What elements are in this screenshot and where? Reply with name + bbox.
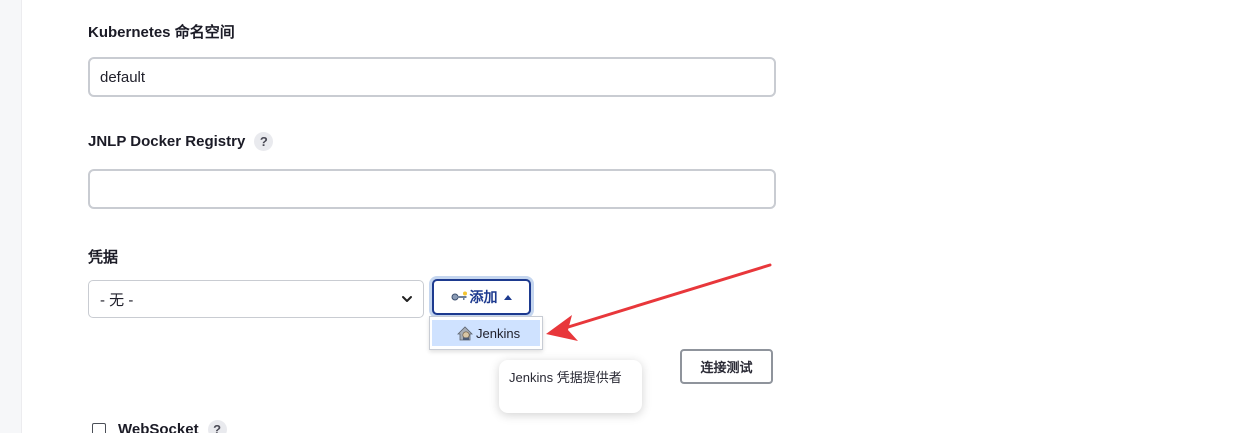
test-connection-label: 连接测试 (700, 360, 753, 375)
credentials-label: 凭据 (88, 246, 118, 267)
jenkins-provider-tooltip: Jenkins 凭据提供者 (499, 360, 642, 413)
add-credentials-button[interactable]: 添加 (432, 279, 531, 315)
websocket-help-icon[interactable]: ? (207, 420, 227, 433)
jnlp-registry-help-icon[interactable]: ? (254, 132, 274, 151)
jenkins-icon (457, 326, 473, 341)
jnlp-registry-input[interactable] (88, 169, 776, 209)
namespace-label: Kubernetes 命名空间 (88, 21, 235, 42)
jnlp-registry-label-text: JNLP Docker Registry (88, 133, 246, 150)
add-credentials-dropdown: Jenkins (429, 316, 543, 350)
key-icon (451, 291, 467, 301)
credentials-label-text: 凭据 (88, 249, 119, 266)
add-credentials-label: 添加 (469, 289, 498, 305)
dropdown-item-jenkins-label: Jenkins (476, 325, 521, 341)
tooltip-text: Jenkins 凭据提供者 (509, 370, 622, 385)
websocket-checkbox[interactable] (92, 422, 106, 433)
page: Kubernetes 命名空间 JNLP Docker Registry ? 凭… (0, 0, 1249, 433)
namespace-input[interactable] (88, 57, 776, 97)
websocket-row: WebSocket ? (92, 420, 227, 433)
websocket-label: WebSocket (118, 421, 199, 433)
credentials-select-value: - 无 - (100, 291, 134, 309)
credentials-select[interactable]: - 无 - (88, 280, 424, 318)
chevron-down-icon (402, 296, 412, 302)
caret-up-icon (503, 295, 512, 300)
test-connection-button[interactable]: 连接测试 (680, 349, 773, 384)
left-gutter (0, 0, 22, 433)
dropdown-item-jenkins[interactable]: Jenkins (432, 320, 540, 346)
namespace-label-text: Kubernetes 命名空间 (88, 24, 235, 41)
jnlp-registry-label: JNLP Docker Registry ? (88, 132, 274, 151)
